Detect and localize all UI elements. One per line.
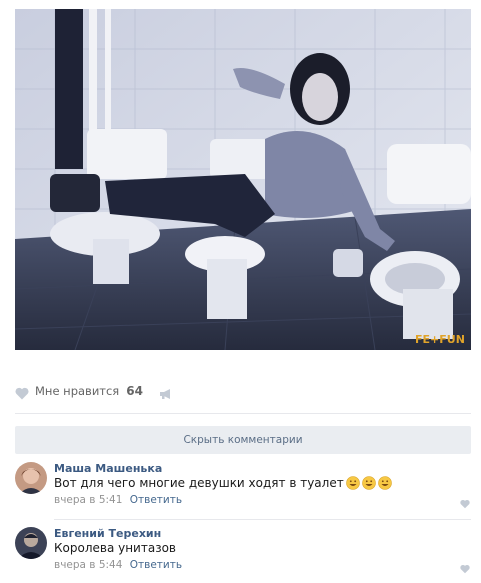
- reply-button[interactable]: Ответить: [130, 494, 182, 506]
- post-photo[interactable]: FE+FUN: [15, 9, 471, 350]
- divider: [15, 413, 471, 414]
- comment-item: Маша Машенька Вот для чего многие девушк…: [15, 462, 471, 518]
- heart-icon[interactable]: [460, 559, 470, 574]
- reply-button[interactable]: Ответить: [130, 559, 182, 571]
- comment-meta: вчера в 5:41 Ответить: [54, 494, 182, 506]
- heart-icon[interactable]: [460, 494, 470, 509]
- smile-emoji-icon: [345, 476, 360, 490]
- like-count[interactable]: 64: [126, 384, 143, 398]
- comment-time[interactable]: вчера в 5:44: [54, 559, 122, 571]
- divider: [54, 519, 471, 520]
- watermark: FE+FUN: [415, 333, 465, 346]
- comment-item: Евгений Терехин Королева унитазов вчера …: [15, 527, 471, 583]
- megaphone-icon[interactable]: [159, 385, 173, 399]
- comment-text: Вот для чего многие девушки ходят в туал…: [54, 476, 344, 490]
- smile-emoji-icon: [377, 476, 392, 490]
- smile-emoji-icon: [361, 476, 376, 490]
- photo-image: FE+FUN: [15, 9, 471, 350]
- like-row: Мне нравится 64: [15, 380, 173, 402]
- avatar[interactable]: [15, 527, 47, 559]
- comment-meta: вчера в 5:44 Ответить: [54, 559, 182, 571]
- hide-comments-button[interactable]: Скрыть комментарии: [15, 426, 471, 454]
- comment-author[interactable]: Маша Машенька: [54, 462, 162, 475]
- comment-text-row: Королева унитазов: [54, 541, 176, 555]
- comment-text: Королева унитазов: [54, 541, 176, 555]
- avatar[interactable]: [15, 462, 47, 494]
- comment-text-row: Вот для чего многие девушки ходят в туал…: [54, 476, 392, 490]
- like-label[interactable]: Мне нравится: [35, 384, 119, 398]
- heart-icon[interactable]: [15, 385, 29, 399]
- comment-author[interactable]: Евгений Терехин: [54, 527, 161, 540]
- comment-time[interactable]: вчера в 5:41: [54, 494, 122, 506]
